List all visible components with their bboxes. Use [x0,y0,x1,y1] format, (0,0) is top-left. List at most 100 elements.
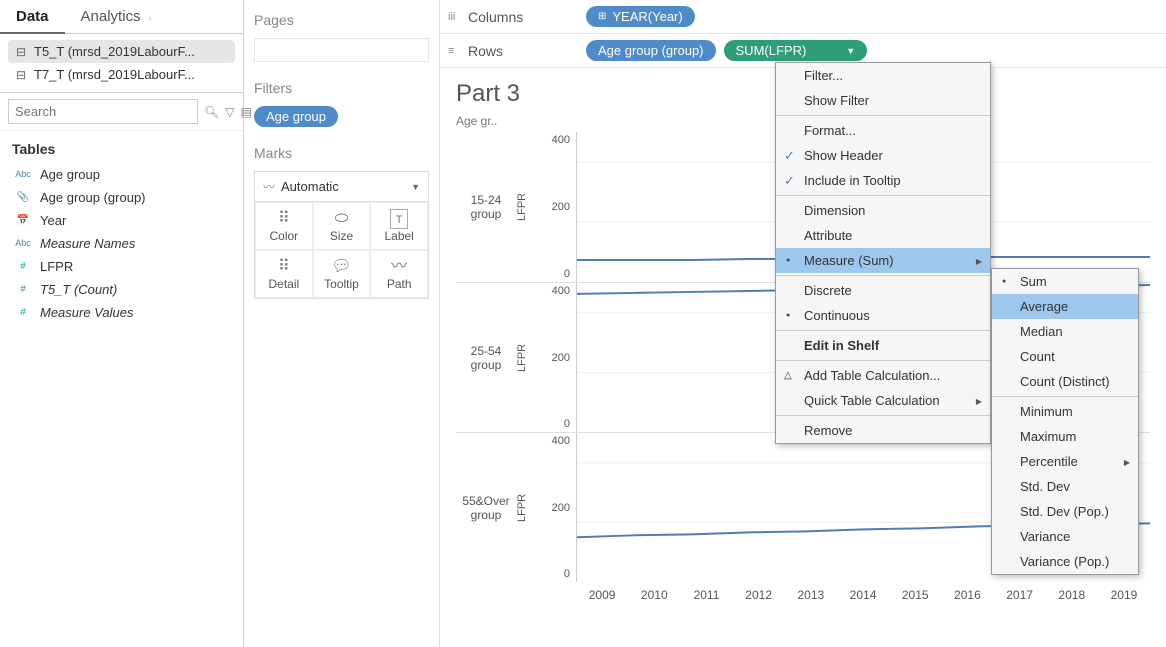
submenu-median[interactable]: Median [992,319,1138,344]
datasource-item-t7[interactable]: ⊟ T7_T (mrsd_2019LabourF... [8,63,235,86]
menu-continuous[interactable]: Continuous [776,303,990,328]
datasource-label: T5_T (mrsd_2019LabourF... [34,44,195,59]
field-measure-values[interactable]: Measure Values [6,301,237,324]
field-lfpr[interactable]: LFPR [6,255,237,278]
submenu-variance-pop[interactable]: Variance (Pop.) [992,549,1138,574]
pill-year[interactable]: ⊞YEAR(Year) [586,6,695,27]
rows-icon: ≡ [448,45,462,57]
menu-edit-in-shelf[interactable]: Edit in Shelf [776,333,990,358]
field-label: Measure Names [40,236,135,251]
marks-cell-label: Color [256,229,312,243]
y-ticks: 4002000 [536,132,576,282]
y-axis-label: LFPR [516,132,536,282]
menu-remove[interactable]: Remove [776,418,990,443]
marks-tooltip[interactable]: 💬︎Tooltip [313,250,371,298]
menu-filter[interactable]: Filter... [776,63,990,88]
field-label: Year [40,213,66,228]
database-icon: ⊟ [14,45,28,59]
menu-show-filter[interactable]: Show Filter [776,88,990,113]
columns-icon: iii [448,11,462,23]
row-label: 15-24 group [456,132,516,282]
search-icon[interactable]: 🔍︎ [204,105,219,119]
menu-attribute[interactable]: Attribute [776,223,990,248]
submenu-std-dev[interactable]: Std. Dev [992,474,1138,499]
marks-color[interactable]: ⠿Color [255,202,313,250]
search-input[interactable] [8,99,198,124]
x-axis: 2009201020112012201320142015201620172018… [456,582,1150,602]
filter-pill-age-group[interactable]: Age group [254,106,338,127]
field-label: Measure Values [40,305,133,320]
pill-context-menu: Filter... Show Filter Format... Show Hea… [775,62,991,444]
size-icon: ⬭ [314,209,370,229]
columns-shelf[interactable]: iii Columns ⊞YEAR(Year) [440,0,1166,34]
pages-shelf[interactable] [254,38,429,62]
group-icon [14,192,32,203]
tab-data[interactable]: Data [0,0,65,33]
sidebar-tabs: Data Analytics ◦ [0,0,243,34]
submenu-minimum[interactable]: Minimum [992,399,1138,424]
line-icon: 〰 [263,178,275,195]
marks-detail[interactable]: ⠿Detail [255,250,313,298]
database-icon: ⊟ [14,68,28,82]
separator [776,415,990,416]
separator [776,275,990,276]
datasource-list: ⊟ T5_T (mrsd_2019LabourF... ⊟ T7_T (mrsd… [0,34,243,93]
pill-age-group-group[interactable]: Age group (group) [586,40,716,61]
columns-label: Columns [468,9,523,25]
submenu-sum[interactable]: Sum [992,269,1138,294]
tab-analytics[interactable]: Analytics ◦ [65,0,168,33]
menu-measure[interactable]: Measure (Sum) [776,248,990,273]
separator [776,195,990,196]
submenu-count[interactable]: Count [992,344,1138,369]
y-ticks: 4002000 [536,433,576,582]
text-icon [14,169,32,180]
submenu-std-dev-pop[interactable]: Std. Dev (Pop.) [992,499,1138,524]
menu-include-tooltip[interactable]: Include in Tooltip [776,168,990,193]
field-label: LFPR [40,259,73,274]
submenu-average[interactable]: Average [992,294,1138,319]
marks-cell-label: Label [371,229,427,243]
submenu-variance[interactable]: Variance [992,524,1138,549]
submenu-percentile[interactable]: Percentile [992,449,1138,474]
menu-format[interactable]: Format... [776,118,990,143]
y-ticks: 4002000 [536,283,576,432]
separator [776,360,990,361]
menu-dimension[interactable]: Dimension [776,198,990,223]
measure-icon [14,284,32,295]
pill-label: SUM(LFPR) [736,43,807,58]
filters-shelf-label: Filters [254,76,429,106]
separator [776,330,990,331]
measure-submenu: Sum Average Median Count Count (Distinct… [991,268,1139,575]
marks-type-label: Automatic [281,179,405,194]
pill-sum-lfpr[interactable]: SUM(LFPR)▼ [724,40,868,61]
field-year[interactable]: Year [6,209,237,232]
filter-icon[interactable]: ▽ [225,105,234,119]
menu-add-table-calc[interactable]: Add Table Calculation... [776,363,990,388]
y-axis-label: LFPR [516,433,536,582]
separator [992,396,1138,397]
field-measure-names[interactable]: Measure Names [6,232,237,255]
pages-shelf-label: Pages [254,8,429,38]
marks-size[interactable]: ⬭Size [313,202,371,250]
marks-label[interactable]: TLabel [370,202,428,250]
marks-label: Marks [254,141,429,171]
field-age-group[interactable]: Age group [6,163,237,186]
submenu-maximum[interactable]: Maximum [992,424,1138,449]
marks-cell-label: Size [314,229,370,243]
tooltip-icon: 💬︎ [314,257,370,277]
field-t5-count[interactable]: T5_T (Count) [6,278,237,301]
marks-type-select[interactable]: 〰 Automatic ▼ [255,172,428,202]
field-age-group-group[interactable]: Age group (group) [6,186,237,209]
rows-label: Rows [468,43,503,59]
submenu-count-distinct[interactable]: Count (Distinct) [992,369,1138,394]
menu-discrete[interactable]: Discrete [776,278,990,303]
menu-quick-table-calc[interactable]: Quick Table Calculation [776,388,990,413]
marks-cell-label: Detail [256,277,312,291]
tab-analytics-label: Analytics [81,8,141,25]
detail-icon: ⠿ [256,257,312,277]
datasource-item-t5[interactable]: ⊟ T5_T (mrsd_2019LabourF... [8,40,235,63]
marks-path[interactable]: 〰Path [370,250,428,298]
menu-show-header[interactable]: Show Header [776,143,990,168]
marks-card: 〰 Automatic ▼ ⠿Color ⬭Size TLabel ⠿Detai… [254,171,429,299]
pill-label: YEAR(Year) [612,9,682,24]
